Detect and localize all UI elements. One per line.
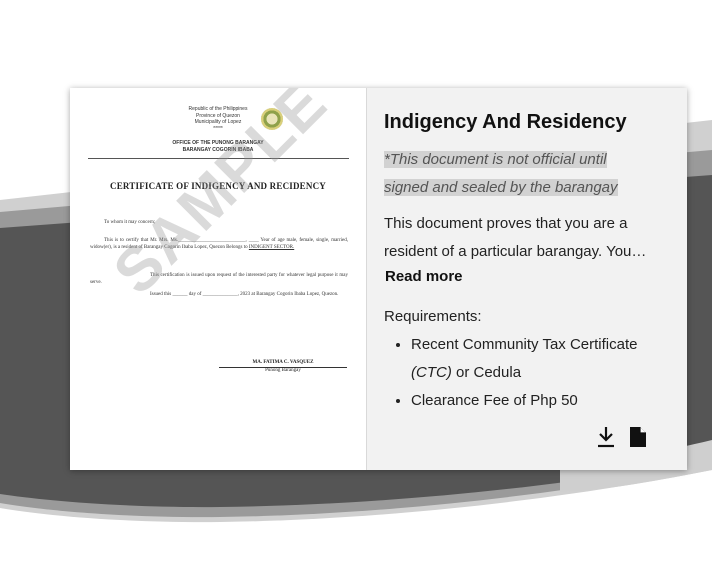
requirements-label: Requirements: [384,308,482,325]
requirement-item: Recent Community Tax Certificate (CTC) o… [411,331,681,387]
requirements-list: Recent Community Tax Certificate (CTC) o… [384,331,681,415]
preview-signatory: MA. FATIMA C. VASQUEZ Punong Barangay [219,360,347,374]
document-title: Indigency And Residency [384,111,627,133]
read-more-link[interactable]: Read more [385,268,463,285]
document-description: This document proves that you are a resi… [384,215,647,260]
official-disclaimer: *This document is not official until sig… [384,151,618,196]
preview-issued: Issued this ______ day of ______________… [150,292,339,297]
card-actions [595,426,649,448]
document-icon[interactable] [627,426,649,448]
document-card: Republic of the Philippines Province of … [70,88,687,470]
document-preview[interactable]: Republic of the Philippines Province of … [70,88,367,470]
download-icon[interactable] [595,426,617,448]
requirement-item: Clearance Fee of Php 50 [411,387,681,415]
document-info: Indigency And Residency *This document i… [367,88,687,470]
